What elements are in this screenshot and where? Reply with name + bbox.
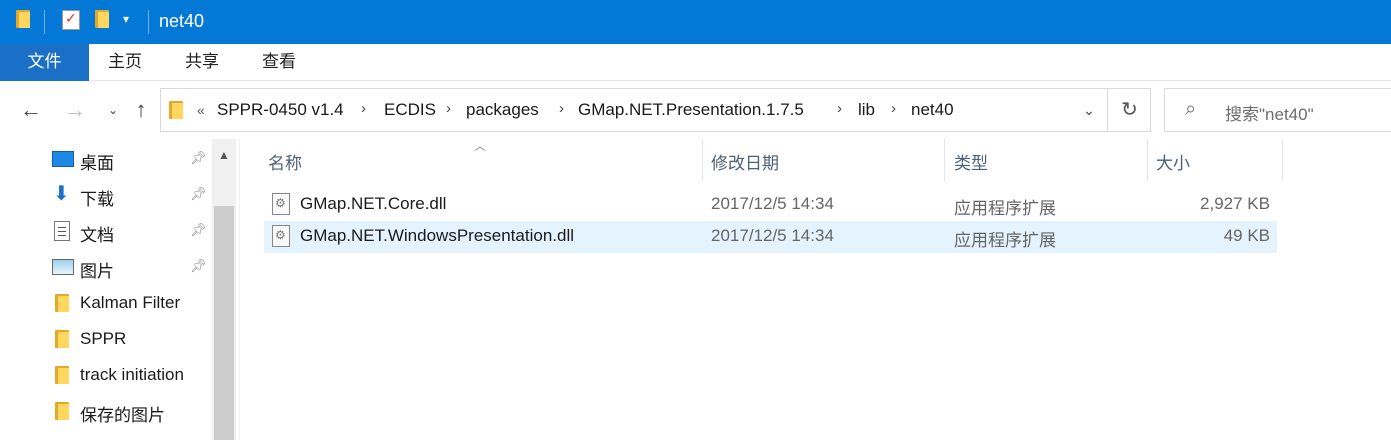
column-divider[interactable] bbox=[1147, 139, 1148, 181]
sidebar-item-label: 图片 bbox=[80, 262, 114, 281]
recent-locations-chevron-icon[interactable]: ⌄ bbox=[100, 97, 126, 123]
file-row[interactable]: GMap.NET.Core.dll 2017/12/5 14:34 应用程序扩展… bbox=[264, 189, 1277, 221]
column-header-size[interactable]: 大小 bbox=[1156, 149, 1190, 174]
pin-icon[interactable]: 📌︎ bbox=[190, 258, 207, 274]
tab-file[interactable]: 文件 bbox=[0, 44, 89, 81]
pin-icon[interactable]: 📌︎ bbox=[190, 186, 207, 202]
divider bbox=[148, 10, 149, 34]
sidebar-scrollbar[interactable]: ▲ bbox=[212, 139, 236, 440]
sidebar-item-label: 文档 bbox=[80, 226, 114, 245]
sidebar-item-kalman-filter[interactable]: Kalman Filter bbox=[0, 285, 212, 321]
breadcrumb-chevron-icon[interactable]: › bbox=[891, 100, 896, 117]
navigation-pane: 桌面 📌︎ ⬇ 下载 📌︎ 文档 📌︎ 图片 📌︎ Kalman Filter … bbox=[0, 139, 240, 440]
pin-icon[interactable]: 📌︎ bbox=[190, 222, 207, 238]
sidebar-item-track-initiation[interactable]: track initiation bbox=[0, 357, 212, 393]
forward-arrow-icon[interactable]: → bbox=[62, 97, 88, 123]
download-icon: ⬇ bbox=[53, 181, 70, 205]
up-arrow-icon[interactable]: ↑ bbox=[128, 97, 154, 123]
folder-icon bbox=[55, 402, 69, 420]
desktop-icon bbox=[52, 151, 74, 167]
sidebar-item-desktop[interactable]: 桌面 📌︎ bbox=[0, 141, 212, 177]
search-box[interactable]: ⌕ 搜索"net40" bbox=[1164, 88, 1391, 132]
folder-icon bbox=[16, 10, 30, 28]
file-type: 应用程序扩展 bbox=[954, 199, 1056, 218]
column-header-name[interactable]: 名称 bbox=[268, 149, 302, 174]
file-modified: 2017/12/5 14:34 bbox=[711, 226, 834, 245]
pictures-icon bbox=[52, 259, 74, 275]
file-modified: 2017/12/5 14:34 bbox=[711, 194, 834, 213]
column-header-type[interactable]: 类型 bbox=[954, 149, 988, 174]
tab-share[interactable]: 共享 bbox=[175, 44, 229, 81]
folder-icon bbox=[55, 330, 69, 348]
sidebar-item-documents[interactable]: 文档 📌︎ bbox=[0, 213, 212, 249]
sidebar-item-sppr[interactable]: SPPR bbox=[0, 321, 212, 357]
pin-icon[interactable]: 📌︎ bbox=[190, 150, 207, 166]
refresh-icon[interactable]: ↻ bbox=[1107, 89, 1151, 131]
sidebar-item-label: 桌面 bbox=[80, 154, 114, 173]
breadcrumb-chevron-icon[interactable]: › bbox=[446, 100, 451, 117]
file-name: GMap.NET.WindowsPresentation.dll bbox=[300, 226, 575, 245]
breadcrumb-overflow[interactable]: « bbox=[197, 102, 205, 118]
search-input[interactable]: 搜索"net40" bbox=[1225, 100, 1314, 125]
sidebar-item-label: Kalman Filter bbox=[80, 293, 181, 312]
folder-icon bbox=[55, 294, 69, 312]
tab-home[interactable]: 主页 bbox=[98, 44, 152, 81]
breadcrumb-item[interactable]: SPPR-0450 v1.4 bbox=[217, 100, 344, 120]
title-bar: ✓ ▾ net40 bbox=[0, 0, 1391, 44]
window-title: net40 bbox=[159, 11, 205, 31]
column-header-modified[interactable]: 修改日期 bbox=[711, 149, 779, 174]
dll-file-icon bbox=[272, 225, 290, 247]
breadcrumb-item[interactable]: GMap.NET.Presentation.1.7.5 bbox=[578, 100, 804, 120]
documents-icon bbox=[54, 221, 70, 241]
file-type: 应用程序扩展 bbox=[954, 231, 1056, 250]
dll-file-icon bbox=[272, 193, 290, 215]
sidebar-item-label: track initiation bbox=[80, 365, 184, 384]
breadcrumb-item[interactable]: lib bbox=[858, 100, 875, 120]
file-size: 2,927 KB bbox=[1200, 194, 1270, 213]
breadcrumb-item[interactable]: packages bbox=[466, 100, 539, 120]
folder-icon bbox=[55, 366, 69, 384]
column-divider[interactable] bbox=[1282, 139, 1283, 181]
tab-view[interactable]: 查看 bbox=[252, 44, 306, 81]
folder-icon bbox=[169, 101, 183, 119]
search-icon: ⌕ bbox=[1185, 98, 1197, 120]
new-folder-icon[interactable] bbox=[95, 10, 109, 28]
address-dropdown-chevron-icon[interactable]: ⌄ bbox=[1071, 89, 1107, 131]
file-row-selected[interactable]: GMap.NET.WindowsPresentation.dll 2017/12… bbox=[264, 221, 1277, 253]
sort-ascending-icon: ︿ bbox=[474, 139, 487, 153]
ribbon-tabs: 文件 主页 共享 查看 bbox=[0, 44, 1391, 81]
file-size: 49 KB bbox=[1223, 226, 1270, 245]
sidebar-item-label: SPPR bbox=[80, 329, 127, 348]
column-headers: ︿ 名称 修改日期 类型 大小 bbox=[240, 139, 1391, 181]
navigation-bar: ← → ⌄ ↑ « SPPR-0450 v1.4 › ECDIS › packa… bbox=[0, 81, 1391, 139]
sidebar-item-label: 下载 bbox=[80, 190, 114, 209]
customize-quick-access-icon[interactable]: ▾ bbox=[123, 12, 129, 26]
breadcrumb-chevron-icon[interactable]: › bbox=[361, 100, 366, 117]
breadcrumb-chevron-icon[interactable]: › bbox=[559, 100, 564, 117]
properties-icon[interactable]: ✓ bbox=[62, 10, 80, 30]
divider bbox=[44, 10, 45, 34]
sidebar-item-downloads[interactable]: ⬇ 下载 📌︎ bbox=[0, 177, 212, 213]
back-arrow-icon[interactable]: ← bbox=[18, 97, 44, 123]
sidebar-item-label: 保存的图片 bbox=[80, 406, 165, 425]
file-name: GMap.NET.Core.dll bbox=[300, 194, 447, 213]
breadcrumb-current[interactable]: net40 bbox=[911, 100, 954, 120]
breadcrumb-item[interactable]: ECDIS bbox=[384, 100, 436, 120]
scroll-up-icon[interactable]: ▲ bbox=[212, 143, 236, 167]
scrollbar-thumb[interactable] bbox=[214, 206, 234, 440]
sidebar-item-pictures[interactable]: 图片 📌︎ bbox=[0, 249, 212, 285]
breadcrumb-chevron-icon[interactable]: › bbox=[837, 100, 842, 117]
address-bar[interactable]: « SPPR-0450 v1.4 › ECDIS › packages › GM… bbox=[160, 88, 1151, 132]
column-divider[interactable] bbox=[944, 139, 945, 181]
sidebar-item-saved-pictures[interactable]: 保存的图片 bbox=[0, 393, 212, 429]
column-divider[interactable] bbox=[702, 139, 703, 181]
